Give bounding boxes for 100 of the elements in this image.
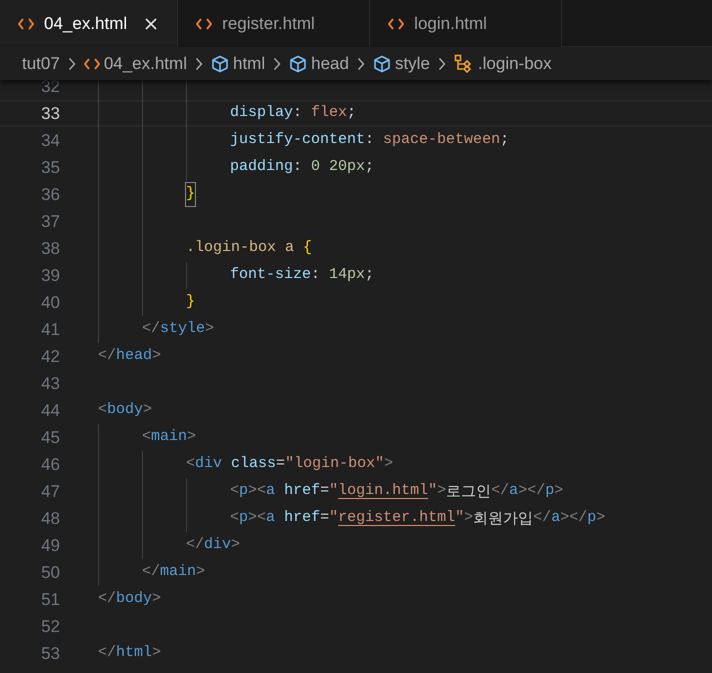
code-token: .login-box a xyxy=(186,238,294,258)
code-token: a xyxy=(266,508,276,528)
chevron-icon xyxy=(273,56,282,70)
code-token: body xyxy=(107,400,144,420)
code-token: > xyxy=(152,643,162,664)
code-token: ></ xyxy=(518,481,546,502)
code-token: " xyxy=(455,508,464,528)
line-number: 40 xyxy=(40,292,60,314)
code-icon xyxy=(18,17,34,31)
code-token: " xyxy=(329,508,338,528)
code-token: div xyxy=(204,535,232,556)
breadcrumb-item[interactable]: head xyxy=(289,50,349,76)
code-token: { xyxy=(302,238,312,258)
line-number: 47 xyxy=(40,480,60,503)
code-token: 14px xyxy=(329,265,366,286)
code-token: > xyxy=(384,454,394,474)
code-token: </ xyxy=(533,508,552,528)
code-token: < xyxy=(186,454,196,474)
chevron-icon xyxy=(194,56,203,70)
code-token: : xyxy=(293,103,304,124)
code-token: : xyxy=(311,265,322,286)
line-number: 33 xyxy=(40,102,60,125)
code-token: a xyxy=(551,508,560,528)
cube-icon xyxy=(210,54,229,72)
code-token: >< xyxy=(248,508,266,528)
chevron-icon xyxy=(438,56,446,70)
code-token: < xyxy=(142,427,152,448)
line-number: 37 xyxy=(40,210,60,233)
code-token: >< xyxy=(248,481,266,502)
code-token: justify-content xyxy=(230,130,366,150)
breadcrumb-item[interactable]: 04_ex.html xyxy=(84,50,187,76)
line-number: 51 xyxy=(40,588,60,611)
code-token: class xyxy=(230,454,276,474)
code-token: ; xyxy=(500,130,510,150)
line-number: 46 xyxy=(40,454,60,476)
code-token: </ xyxy=(491,481,510,502)
breadcrumb-item[interactable]: .login-box xyxy=(454,50,552,76)
code-token: font-size xyxy=(230,265,312,286)
code-token: = xyxy=(276,454,286,474)
code-token: style xyxy=(160,319,206,340)
code-token: : xyxy=(293,157,304,178)
code-token: = xyxy=(320,508,330,528)
code-token: space-between xyxy=(383,130,500,150)
code-token: </ xyxy=(142,319,160,340)
line-number: 52 xyxy=(40,616,60,638)
code-token: ></ xyxy=(560,508,588,528)
cube-icon xyxy=(372,54,391,72)
breadcrumb-item[interactable]: html xyxy=(210,50,266,76)
code-token: "login-box" xyxy=(285,454,384,474)
code-token: main xyxy=(160,562,196,582)
code-token: : xyxy=(365,130,376,150)
code-token: </ xyxy=(98,589,116,610)
close-icon xyxy=(143,16,160,32)
line-number: 50 xyxy=(40,562,60,584)
code-token: > xyxy=(152,346,162,366)
code-token: } xyxy=(186,292,196,312)
code-token: a xyxy=(509,481,518,502)
editor-tab[interactable]: 04_ex.html xyxy=(0,0,178,48)
code-token: > xyxy=(596,508,606,528)
code-token: < xyxy=(98,400,108,420)
code-token: html xyxy=(116,643,152,664)
code-token: " xyxy=(329,481,338,502)
code-token: login.html xyxy=(338,481,428,502)
code-icon xyxy=(388,16,404,30)
code-token: > xyxy=(187,427,196,448)
line-number: 36 xyxy=(40,184,60,206)
code-token: p xyxy=(587,508,596,528)
chevron-icon xyxy=(356,56,365,70)
code-token: > xyxy=(554,481,564,502)
code-token: 0 20px xyxy=(311,157,366,178)
line-number: 41 xyxy=(40,318,60,341)
code-icon xyxy=(84,56,100,70)
code-token: < xyxy=(230,508,240,528)
code-token: flex xyxy=(311,103,348,124)
code-token: ; xyxy=(365,157,374,178)
code-token: p xyxy=(545,481,554,502)
editor-tab[interactable]: register.html xyxy=(178,0,370,47)
code-token: > xyxy=(152,589,162,610)
breadcrumb-item[interactable]: style xyxy=(372,50,430,76)
code-token: = xyxy=(320,481,330,502)
breadcrumb-item[interactable]: tut07 xyxy=(22,50,60,76)
code-token: ; xyxy=(347,103,356,124)
chevron-icon xyxy=(68,56,76,70)
code-icon xyxy=(196,16,212,30)
editor-tab[interactable]: login.html xyxy=(370,0,562,47)
line-number: 45 xyxy=(40,426,60,449)
symbol-icon xyxy=(454,54,474,74)
code-text: 회원가입 xyxy=(473,508,534,530)
cube-icon xyxy=(289,54,308,72)
code-token: href xyxy=(283,481,320,502)
code-token: > xyxy=(143,400,152,420)
line-number: 32 xyxy=(40,80,60,98)
line-number: 38 xyxy=(40,238,60,260)
line-number: 39 xyxy=(40,264,60,287)
code-token: a xyxy=(266,481,276,502)
code-token: } xyxy=(186,183,196,206)
line-number: 48 xyxy=(40,508,60,530)
code-token: > xyxy=(196,562,206,582)
code-token: </ xyxy=(98,643,116,664)
code-token: > xyxy=(231,535,240,556)
